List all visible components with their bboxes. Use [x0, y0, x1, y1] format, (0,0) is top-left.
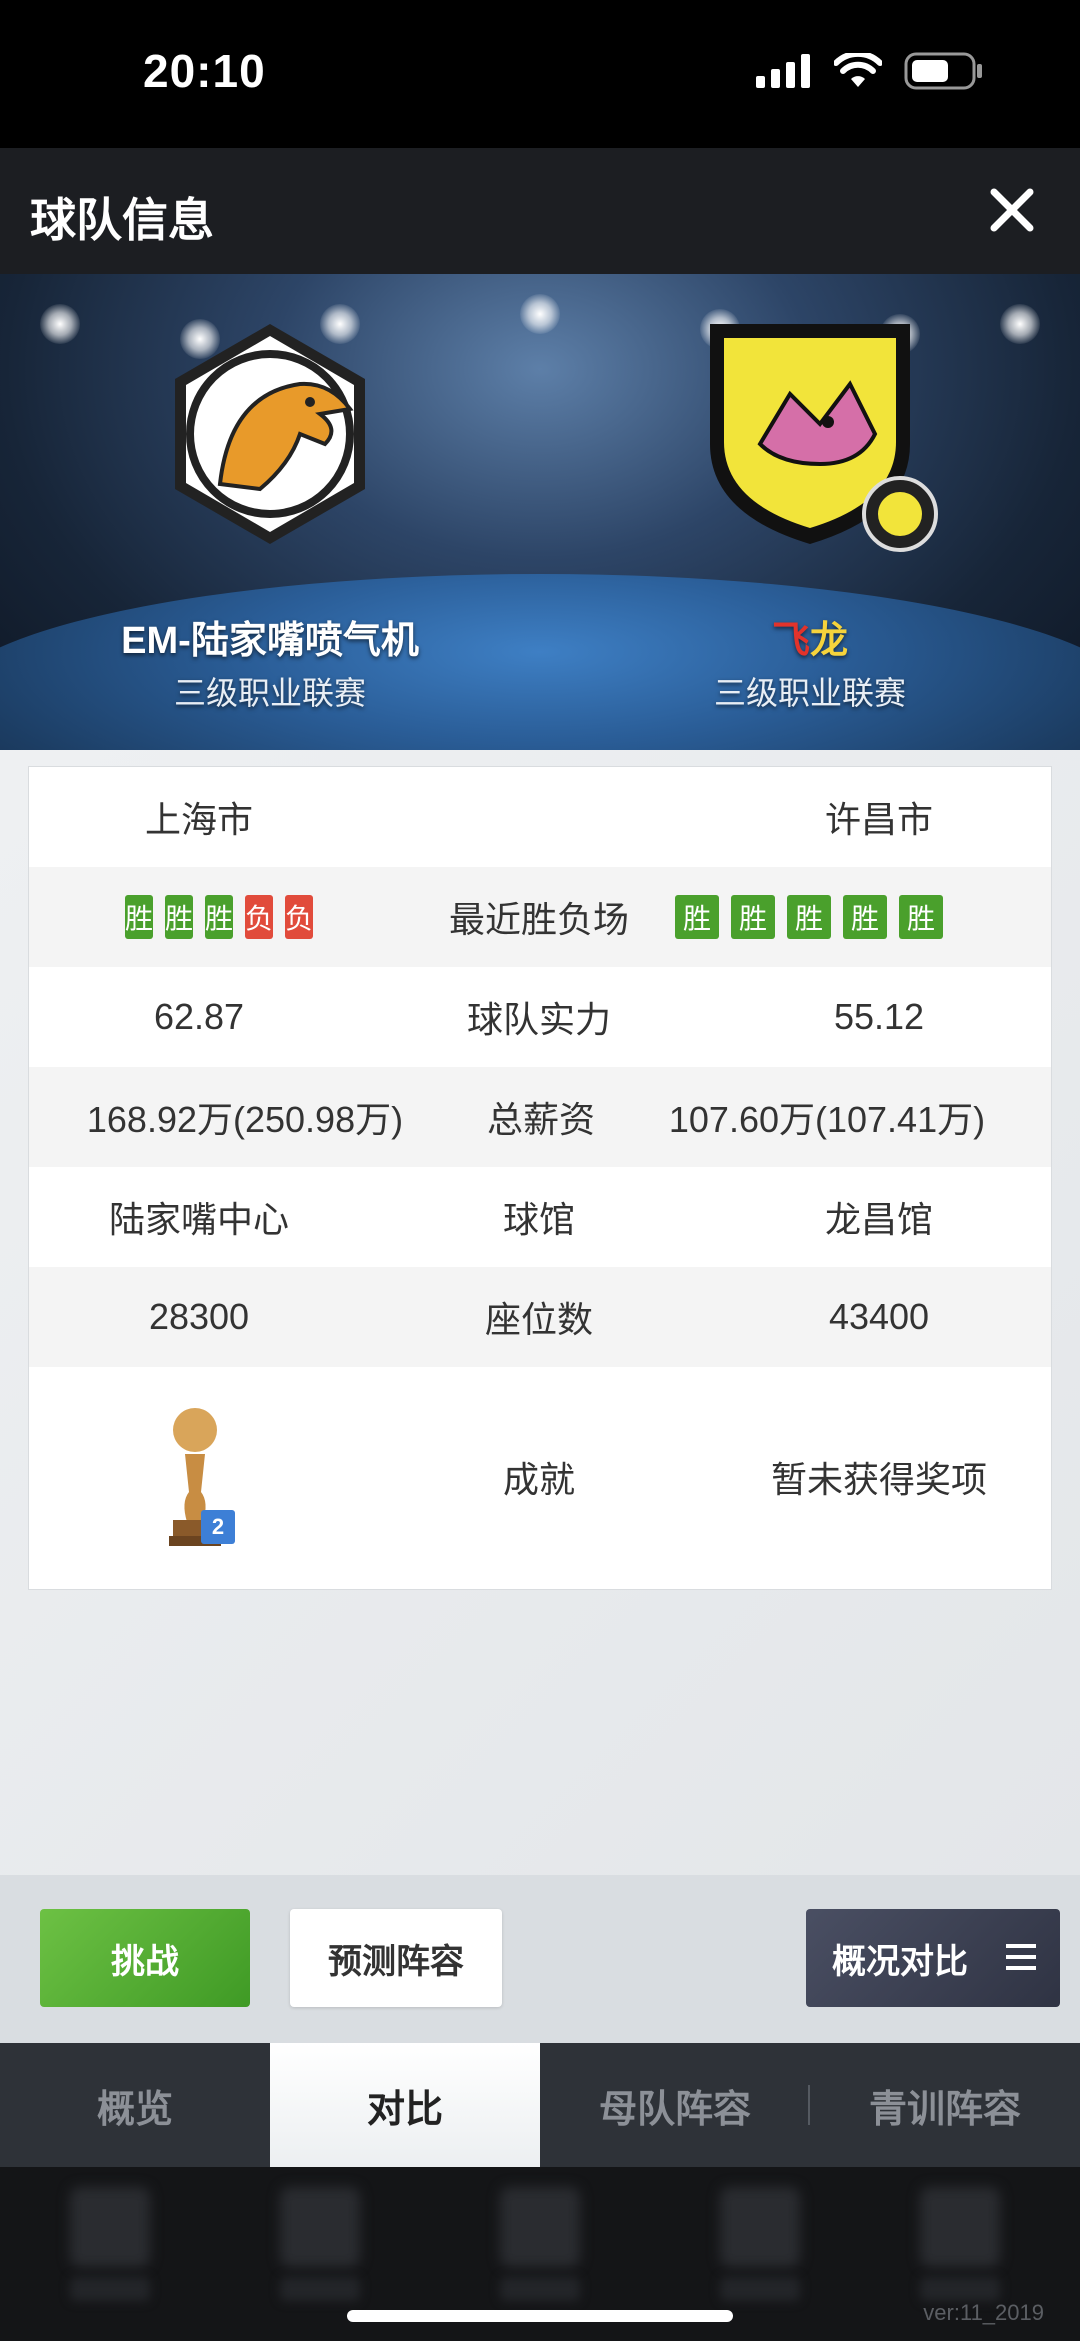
home-recent-results: 胜 胜 胜 负 负: [124, 867, 314, 967]
home-city: 上海市: [144, 799, 253, 840]
seats-row: 28300 座位数 43400: [29, 1267, 1051, 1367]
away-arena: 龙昌馆: [824, 1199, 933, 1240]
result-badge: 负: [285, 895, 314, 939]
tab-youth-roster[interactable]: 青训阵容: [810, 2043, 1080, 2167]
home-salary: 168.92万(250.98万): [86, 1099, 404, 1140]
away-team-name: 飞龙: [771, 620, 849, 662]
home-achievements: 2: [29, 1367, 369, 1587]
achievements-label: 成就: [502, 1459, 575, 1500]
tab-bar: 概览 对比 母队阵容 青训阵容: [0, 2043, 1080, 2167]
comparison-area: 上海市 许昌市 胜 胜 胜 负 负 最近胜负场 胜 胜 胜 胜 胜 62.87 …: [0, 750, 1080, 1875]
action-bar: 挑战 预测阵容 概况对比: [0, 1875, 1080, 2043]
salary-label: 总薪资: [486, 1099, 595, 1140]
comparison-card: 上海市 许昌市 胜 胜 胜 负 负 最近胜负场 胜 胜 胜 胜 胜 62.87 …: [28, 766, 1052, 1590]
result-badge: 胜: [731, 895, 775, 939]
away-seats: 43400: [828, 1296, 930, 1337]
strength-label: 球队实力: [466, 999, 611, 1040]
result-badge: 胜: [787, 895, 831, 939]
tab-main-roster[interactable]: 母队阵容: [540, 2043, 810, 2167]
salary-row: 168.92万(250.98万) 总薪资 107.60万(107.41万): [29, 1067, 1051, 1167]
result-badge: 胜: [164, 895, 193, 939]
arena-row: 陆家嘴中心 球馆 龙昌馆: [29, 1167, 1051, 1267]
status-time: 20:10: [143, 45, 266, 97]
trophy-count-badge: 2: [201, 1510, 235, 1544]
home-team-league: 三级职业联赛: [173, 675, 366, 711]
away-achievements: 暂未获得奖项: [770, 1459, 987, 1500]
trophy-icon[interactable]: 2: [159, 1402, 239, 1552]
tab-compare[interactable]: 对比: [270, 2043, 540, 2167]
recent-results-row: 胜 胜 胜 负 负 最近胜负场 胜 胜 胜 胜 胜: [29, 867, 1051, 967]
header: 球队信息: [0, 148, 1080, 274]
result-badge: 负: [245, 895, 274, 939]
city-row: 上海市 许昌市: [29, 767, 1051, 867]
home-strength: 62.87: [153, 996, 245, 1037]
away-strength: 55.12: [833, 996, 925, 1037]
result-badge: 胜: [205, 895, 234, 939]
home-seats: 28300: [148, 1296, 250, 1337]
page-title: 球队信息: [30, 194, 214, 246]
signal-icon: [756, 54, 810, 88]
menu-icon: [1006, 1944, 1036, 1970]
tab-overview[interactable]: 概览: [0, 2043, 270, 2167]
compare-menu-button[interactable]: 概况对比: [806, 1909, 1060, 2007]
compare-menu-label: 概况对比: [832, 1942, 968, 1981]
status-bar: 20:10: [0, 0, 1080, 148]
away-team-logo: [710, 324, 938, 552]
away-recent-results: 胜 胜 胜 胜 胜: [659, 867, 959, 967]
recent-results-label: 最近胜负场: [448, 899, 629, 940]
wifi-icon: [834, 53, 882, 87]
result-badge: 胜: [843, 895, 887, 939]
result-badge: 胜: [124, 895, 153, 939]
challenge-button[interactable]: 挑战: [40, 1909, 250, 2007]
strength-row: 62.87 球队实力 55.12: [29, 967, 1051, 1067]
seats-label: 座位数: [484, 1299, 593, 1340]
home-indicator[interactable]: [347, 2310, 733, 2322]
result-badge: 胜: [899, 895, 943, 939]
result-badge: 胜: [675, 895, 719, 939]
away-salary: 107.60万(107.41万): [668, 1099, 986, 1140]
status-icons: [756, 52, 984, 90]
home-team-logo: [175, 324, 365, 544]
away-team-league: 三级职业联赛: [713, 675, 906, 711]
arena-label: 球馆: [502, 1199, 575, 1240]
close-icon[interactable]: [980, 178, 1044, 242]
away-city: 许昌市: [824, 799, 933, 840]
achievements-row: 2 成就 暂未获得奖项: [29, 1367, 1051, 1587]
predict-lineup-button[interactable]: 预测阵容: [290, 1909, 502, 2007]
home-team-name: EM-陆家嘴喷气机: [121, 620, 419, 662]
version-label: ver:11_2019: [923, 2300, 1044, 2325]
battery-icon: [904, 52, 982, 90]
team-banner: EM-陆家嘴喷气机 三级职业联赛 飞龙 三级职业联赛: [0, 274, 1080, 750]
home-arena: 陆家嘴中心: [108, 1199, 289, 1240]
